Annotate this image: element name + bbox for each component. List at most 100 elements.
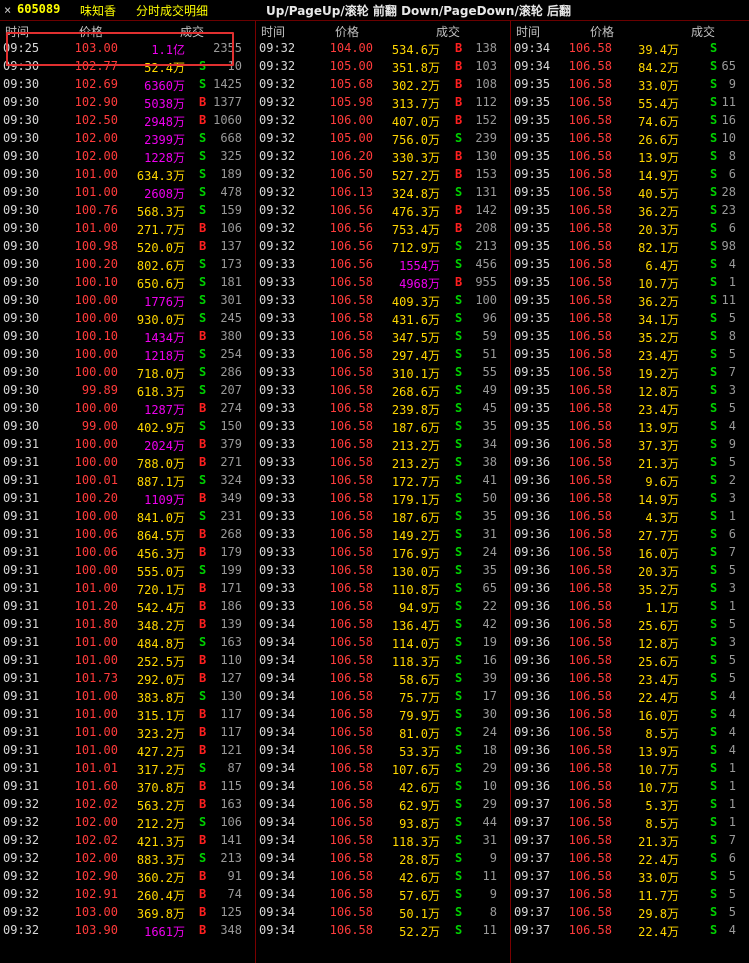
- trade-price: 101.20: [74, 599, 118, 613]
- trade-price: 104.00: [329, 41, 373, 55]
- trade-side: S: [710, 851, 718, 865]
- trade-side: B: [199, 869, 207, 883]
- trade-count: 130: [220, 689, 242, 703]
- trade-time: 09:31: [3, 671, 40, 685]
- trade-rows: 09:25 103.00 1.1亿 2355 09:30 102.77 52.4万 S 10 09…: [0, 39, 255, 939]
- trade-time: 09:33: [259, 365, 296, 379]
- trade-volume: 23.4万: [638, 673, 679, 687]
- trade-row: 09:31 101.00 427.2万 B 121: [0, 741, 255, 759]
- trade-time: 09:33: [259, 329, 296, 343]
- trade-volume: 239.8万: [391, 403, 440, 417]
- trade-side: S: [710, 671, 718, 685]
- trade-time: 09:36: [514, 545, 551, 559]
- trade-volume: 13.9万: [638, 421, 679, 435]
- trade-price: 102.77: [74, 59, 118, 73]
- trade-time: 09:34: [259, 689, 296, 703]
- trade-side: B: [455, 77, 463, 91]
- trade-volume: 4968万: [399, 277, 440, 291]
- trade-price: 106.58: [329, 365, 373, 379]
- trade-time: 09:33: [259, 563, 296, 577]
- trade-count: 3: [728, 635, 736, 649]
- trade-row: 09:31 100.00 788.0万 B 271: [0, 453, 255, 471]
- trade-side: S: [455, 401, 463, 415]
- trade-count: 5: [728, 653, 736, 667]
- trade-row: 09:32 106.13 324.8万 S 131: [256, 183, 510, 201]
- trade-side: S: [710, 455, 718, 469]
- trade-side: S: [455, 311, 463, 325]
- trade-volume: 212.2万: [136, 817, 185, 831]
- trade-volume: 35.2万: [638, 583, 679, 597]
- trade-side: S: [710, 131, 718, 145]
- trade-side: S: [710, 149, 718, 163]
- trade-volume: 421.3万: [136, 835, 185, 849]
- trade-price: 100.06: [74, 545, 118, 559]
- trade-row: 09:30 102.50 2948万 B 1060: [0, 111, 255, 129]
- trade-time: 09:36: [514, 563, 551, 577]
- trade-price: 103.90: [74, 923, 118, 937]
- trade-count: 30: [482, 707, 497, 721]
- trade-side: S: [710, 77, 718, 91]
- column-header: 时间 价格 成交: [511, 21, 749, 39]
- trade-side: S: [710, 257, 718, 271]
- trade-side: S: [455, 437, 463, 451]
- trade-volume: 1554万: [399, 259, 440, 273]
- trade-time: 09:30: [3, 419, 40, 433]
- trade-price: 106.58: [329, 599, 373, 613]
- trade-side: S: [455, 545, 463, 559]
- trade-side: S: [710, 887, 718, 901]
- trade-list-panel-3[interactable]: 时间 价格 成交 09:34 106.58 39.4万 S 09:34 106.58 84.…: [511, 21, 749, 963]
- trade-time: 09:30: [3, 149, 40, 163]
- trade-row: 09:32 105.68 302.2万 B 108: [256, 75, 510, 93]
- trade-count: 29: [482, 797, 497, 811]
- trade-volume: 563.2万: [136, 799, 185, 813]
- trade-price: 101.00: [74, 581, 118, 595]
- trade-side: S: [199, 635, 207, 649]
- trade-row: 09:31 100.06 864.5万 B 268: [0, 525, 255, 543]
- trade-volume: 50.1万: [399, 907, 440, 921]
- trade-count: 2: [728, 473, 736, 487]
- trade-row: 09:37 106.58 5.3万 S 1: [511, 795, 749, 813]
- trade-row: 09:36 106.58 10.7万 S 1: [511, 759, 749, 777]
- trade-price: 106.58: [568, 887, 612, 901]
- trade-row: 09:33 106.58 297.4万 S 51: [256, 345, 510, 363]
- trade-volume: 13.9万: [638, 745, 679, 759]
- trade-volume: 260.4万: [136, 889, 185, 903]
- trade-side: S: [710, 689, 718, 703]
- trade-time: 09:32: [3, 797, 40, 811]
- trade-row: 09:35 106.58 13.9万 S 8: [511, 147, 749, 165]
- trade-price: 106.58: [329, 275, 373, 289]
- trade-row: 09:36 106.58 16.0万 S 4: [511, 705, 749, 723]
- trade-row: 09:32 106.56 753.4万 B 208: [256, 219, 510, 237]
- trade-volume: 36.2万: [638, 205, 679, 219]
- trade-side: B: [199, 455, 207, 469]
- trade-time: 09:36: [514, 437, 551, 451]
- trade-volume: 55.4万: [638, 97, 679, 111]
- trade-list-panel-1[interactable]: 时间 价格 成交 09:25 103.00 1.1亿 2355 09:30 102.77 5…: [0, 21, 255, 963]
- trade-volume: 252.5万: [136, 655, 185, 669]
- trade-price: 106.58: [329, 401, 373, 415]
- trade-count: 127: [220, 671, 242, 685]
- trade-side: S: [710, 491, 718, 505]
- trade-time: 09:34: [259, 887, 296, 901]
- close-icon[interactable]: ×: [4, 3, 11, 17]
- trade-list-panel-2[interactable]: 时间 价格 成交 09:32 104.00 534.6万 B 138 09:32 105.0…: [256, 21, 510, 963]
- trade-volume: 187.6万: [391, 511, 440, 525]
- trade-time: 09:30: [3, 401, 40, 415]
- trade-price: 106.58: [568, 365, 612, 379]
- trade-row: 09:30 100.10 1434万 B 380: [0, 327, 255, 345]
- trade-row: 09:31 100.00 841.0万 S 231: [0, 507, 255, 525]
- trade-row: 09:33 106.58 130.0万 S 35: [256, 561, 510, 579]
- trade-count: 668: [220, 131, 242, 145]
- trade-price: 106.56: [329, 221, 373, 235]
- trade-count: 9: [489, 851, 497, 865]
- trade-count: 159: [220, 203, 242, 217]
- trade-count: 3: [728, 581, 736, 595]
- trade-time: 09:35: [514, 77, 551, 91]
- trade-price: 105.00: [329, 59, 373, 73]
- trade-side: S: [455, 455, 463, 469]
- trade-volume: 297.4万: [391, 349, 440, 363]
- trade-side: S: [710, 41, 718, 55]
- trade-volume: 42.6万: [399, 871, 440, 885]
- trade-side: S: [710, 59, 718, 73]
- trade-time: 09:36: [514, 509, 551, 523]
